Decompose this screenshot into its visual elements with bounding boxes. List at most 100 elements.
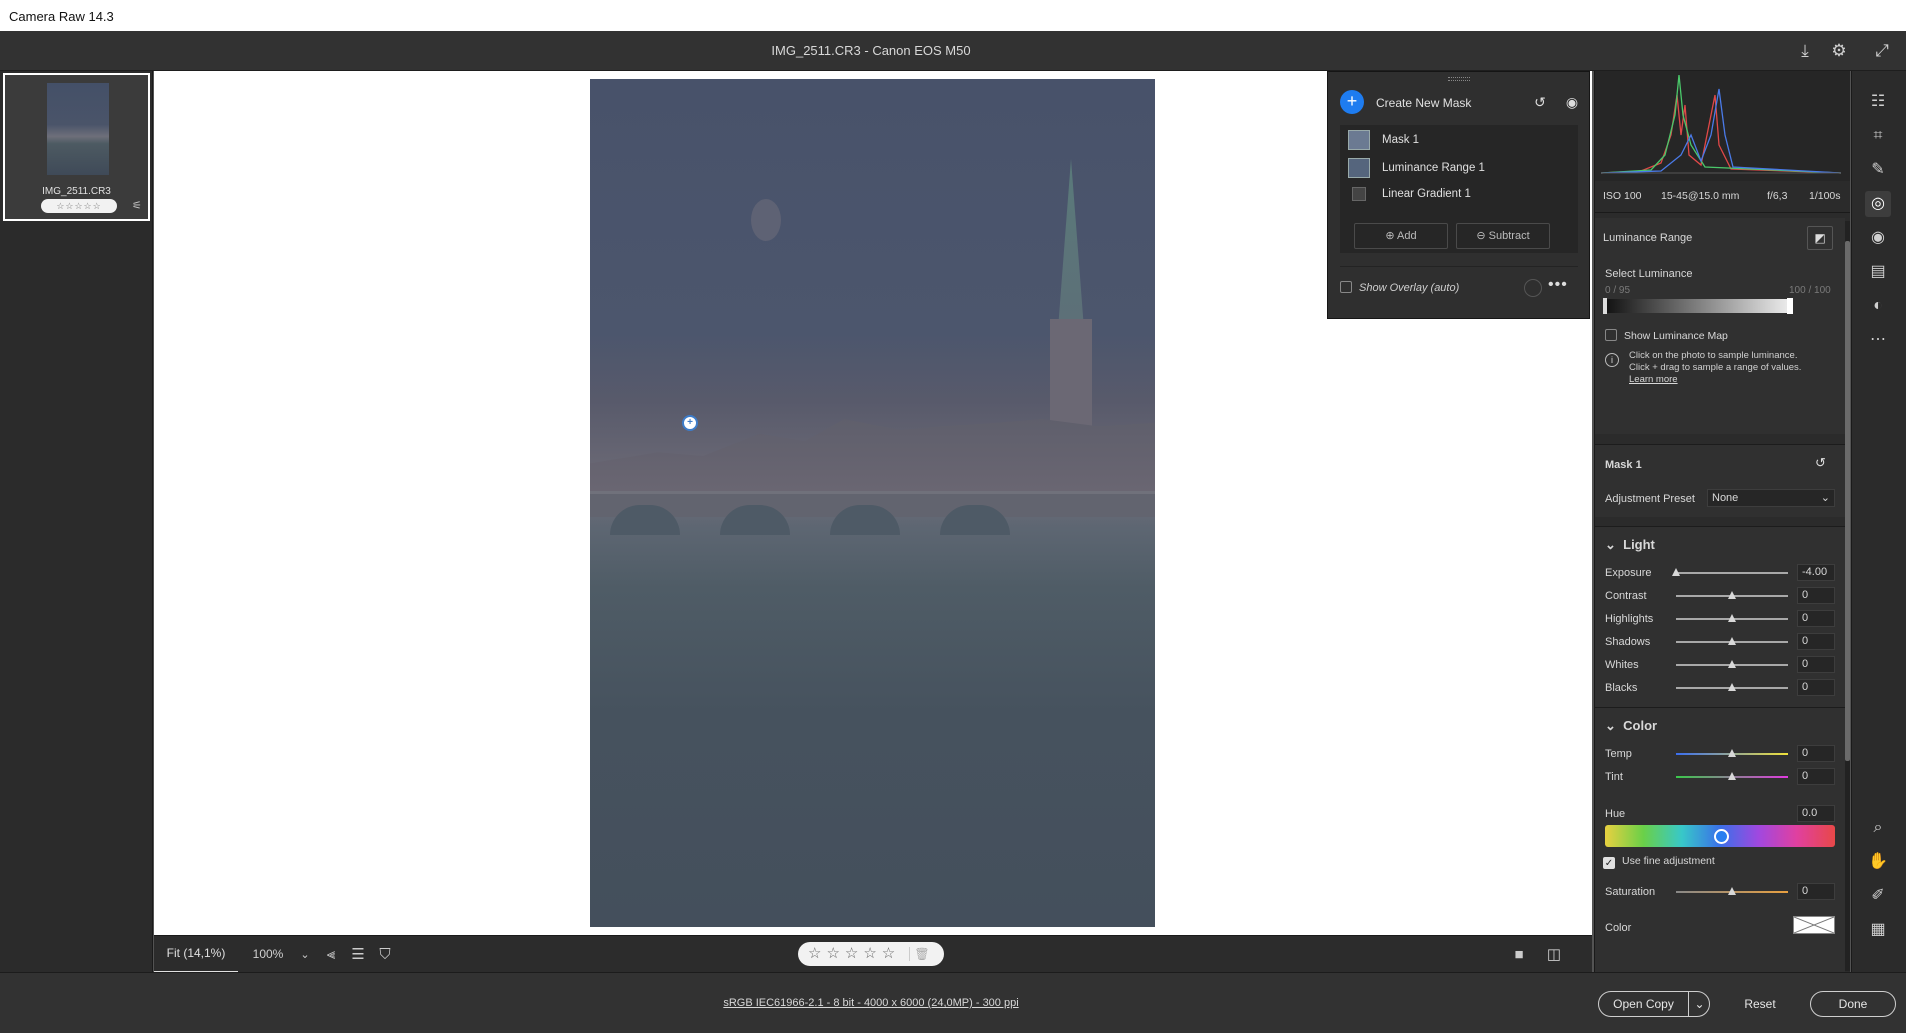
reset-button[interactable]: Reset	[1720, 991, 1800, 1017]
zoom-dropdown-icon[interactable]: ⌄	[294, 944, 316, 966]
white-balance-eyedropper-icon[interactable]: ✐	[1865, 883, 1891, 909]
healing-brush-icon[interactable]: ✎	[1865, 157, 1891, 183]
light-slider-thumb[interactable]	[1728, 637, 1736, 645]
mask-component-item[interactable]: Linear Gradient 1	[1340, 181, 1578, 207]
rating-stars[interactable]: ☆☆☆☆☆ 🗑	[798, 942, 944, 966]
light-slider-label: Contrast	[1605, 590, 1647, 602]
edit-sliders-icon[interactable]: ☷	[1865, 89, 1891, 115]
learn-more-link[interactable]: Learn more	[1629, 374, 1678, 385]
light-title: Light	[1623, 537, 1655, 552]
filmstrip-thumbnail[interactable]: IMG_2511.CR3 ☆☆☆☆☆ ⚟	[3, 73, 150, 221]
single-view-icon[interactable]: ■	[1508, 944, 1530, 966]
add-mask-button[interactable]: ⊕ Add	[1354, 223, 1448, 249]
more-options-icon[interactable]: •••	[1548, 276, 1568, 294]
tint-label: Tint	[1605, 771, 1623, 783]
overlay-color-swatch[interactable]	[1524, 279, 1542, 297]
light-slider-thumb[interactable]	[1672, 568, 1680, 576]
adjustment-preset-select[interactable]: None ⌄	[1707, 489, 1835, 507]
tint-slider-thumb[interactable]	[1728, 772, 1736, 780]
snapshots-icon[interactable]: ▤	[1865, 259, 1891, 285]
chevron-down-icon: ⌄	[1820, 492, 1830, 504]
luminance-map-checkbox[interactable]	[1605, 329, 1617, 341]
luminance-picker-icon[interactable]: ◩	[1807, 226, 1833, 250]
light-slider-thumb[interactable]	[1728, 591, 1736, 599]
temp-value[interactable]: 0	[1797, 745, 1835, 762]
light-slider-thumb[interactable]	[1728, 614, 1736, 622]
grid-overlay-icon[interactable]: ▦	[1865, 917, 1891, 943]
document-title: IMG_2511.CR3 - Canon EOS M50	[771, 43, 971, 58]
luminance-map-label: Show Luminance Map	[1624, 330, 1728, 342]
panel-drag-handle[interactable]	[1448, 77, 1470, 81]
luminance-range-handle-right[interactable]	[1787, 298, 1793, 314]
light-slider-value[interactable]: -4.00	[1797, 564, 1835, 581]
light-slider-value[interactable]: 0	[1797, 610, 1835, 627]
settings-gear-icon[interactable]: ⚙	[1827, 39, 1851, 63]
saturation-slider-thumb[interactable]	[1728, 887, 1736, 895]
light-slider-value[interactable]: 0	[1797, 633, 1835, 650]
masking-icon[interactable]: ◎	[1865, 191, 1891, 217]
filmstrip-toggle-icon[interactable]: ⫷	[320, 944, 342, 966]
light-slider-value[interactable]: 0	[1797, 587, 1835, 604]
no-color-cross-icon	[1793, 916, 1835, 934]
fine-adjustment-checkbox[interactable]: ✓	[1603, 857, 1615, 869]
fine-adjustment-toggle[interactable]: ✓ Use fine adjustment	[1603, 855, 1715, 869]
light-slider-value[interactable]: 0	[1797, 656, 1835, 673]
crop-icon[interactable]: ⌗	[1865, 123, 1891, 149]
open-copy-label[interactable]: Open Copy	[1599, 992, 1688, 1016]
exif-iso: ISO 100	[1603, 190, 1642, 202]
light-section-header[interactable]: ⌄ Light	[1605, 537, 1655, 553]
mask-item[interactable]: Mask 1	[1340, 127, 1578, 153]
light-slider-thumb[interactable]	[1728, 660, 1736, 668]
luminance-range-slider[interactable]	[1605, 299, 1791, 313]
component-label: Linear Gradient 1	[1382, 188, 1471, 200]
save-icon[interactable]: ⤓	[1793, 39, 1817, 63]
light-slider-label: Whites	[1605, 659, 1639, 671]
show-overlay-toggle[interactable]: Show Overlay (auto)	[1340, 281, 1459, 294]
luminance-sample-pin[interactable]: +	[682, 415, 698, 431]
thumbnail-rating[interactable]: ☆☆☆☆☆	[41, 199, 117, 213]
create-mask-plus-icon[interactable]: +	[1340, 90, 1364, 114]
more-tools-icon[interactable]: ⋯	[1865, 327, 1891, 353]
zoom-fit-button[interactable]: Fit (14,1%)	[154, 936, 238, 973]
subtract-mask-button[interactable]: ⊖ Subtract	[1456, 223, 1550, 249]
sort-icon[interactable]: ☰	[347, 944, 369, 966]
filter-icon[interactable]: ⛉	[374, 944, 396, 966]
color-section-header[interactable]: ⌄ Color	[1605, 718, 1657, 734]
luminance-range-icon	[1348, 158, 1370, 178]
create-new-mask-button[interactable]: Create New Mask	[1376, 96, 1471, 110]
temp-slider-thumb[interactable]	[1728, 749, 1736, 757]
subtract-label: Subtract	[1488, 230, 1530, 242]
light-slider-track[interactable]	[1676, 572, 1788, 574]
before-after-icon[interactable]: ◫	[1543, 944, 1565, 966]
done-button[interactable]: Done	[1810, 991, 1896, 1017]
open-options-chevron-icon[interactable]: ⌄	[1688, 992, 1710, 1016]
presets-icon[interactable]: ◐	[1865, 293, 1891, 319]
show-luminance-map-toggle[interactable]: Show Luminance Map	[1605, 329, 1728, 342]
hand-tool-icon[interactable]: ✋	[1865, 849, 1891, 875]
photo-preview[interactable]: +	[590, 79, 1155, 927]
workflow-options-link[interactable]: sRGB IEC61966-2.1 - 8 bit - 4000 x 6000 …	[0, 997, 1742, 1009]
panel-scrollbar-thumb[interactable]	[1845, 241, 1850, 761]
reset-mask-icon[interactable]: ↺	[1815, 455, 1826, 471]
mask-component-item[interactable]: Luminance Range 1	[1340, 155, 1578, 181]
tint-value[interactable]: 0	[1797, 768, 1835, 785]
hue-picker-thumb[interactable]	[1714, 829, 1729, 844]
zoom-100-button[interactable]: 100%	[238, 936, 298, 973]
star-rating[interactable]: ☆☆☆☆☆	[808, 945, 900, 962]
trash-icon[interactable]: 🗑	[909, 947, 930, 961]
saturation-value[interactable]: 0	[1797, 883, 1835, 900]
tools-rail: ☷ ⌗ ✎ ◎ ◉ ▤ ◐ ⋯ ⌕ ✋ ✐ ▦	[1851, 71, 1906, 972]
reset-masks-icon[interactable]: ↺	[1530, 92, 1550, 112]
edit-panel: ISO 100 15-45@15.0 mm f/6,3 1/100s Lumin…	[1594, 71, 1850, 972]
zoom-tool-icon[interactable]: ⌕	[1865, 815, 1891, 841]
visibility-eye-icon[interactable]: ◉	[1562, 92, 1582, 112]
red-eye-icon[interactable]: ◉	[1865, 225, 1891, 251]
hue-value[interactable]: 0.0	[1797, 805, 1835, 822]
light-slider-value[interactable]: 0	[1797, 679, 1835, 696]
color-swatch[interactable]	[1793, 916, 1835, 934]
luminance-range-handle-left[interactable]	[1603, 298, 1607, 314]
overlay-checkbox[interactable]	[1340, 281, 1352, 293]
fullscreen-icon[interactable]: ⤢	[1870, 39, 1894, 63]
light-slider-thumb[interactable]	[1728, 683, 1736, 691]
open-copy-button[interactable]: Open Copy ⌄	[1598, 991, 1710, 1017]
